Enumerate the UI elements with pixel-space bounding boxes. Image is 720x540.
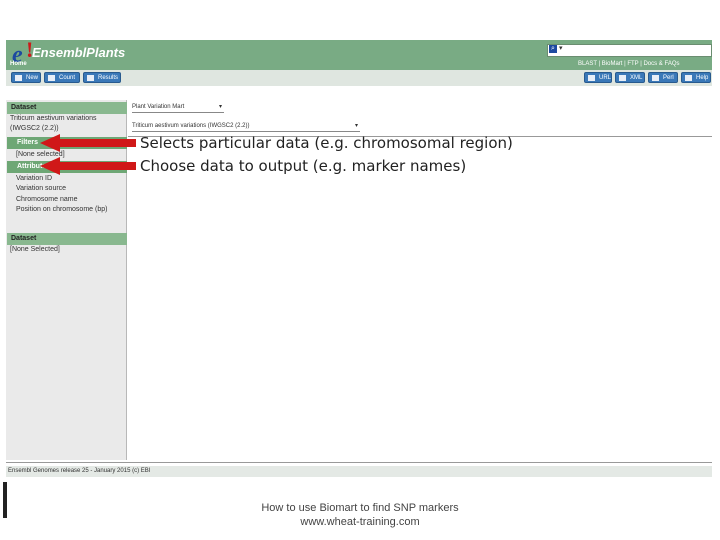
perl-label: Perl xyxy=(663,75,674,81)
dataset-name[interactable]: Triticum aestivum variations xyxy=(10,115,97,122)
url-button[interactable]: URL xyxy=(584,72,612,83)
attributes-annotation: Choose data to output (e.g. marker names… xyxy=(140,157,467,175)
count-label: Count xyxy=(59,75,76,81)
xml-label: XML xyxy=(630,75,643,81)
count-button[interactable]: Count xyxy=(44,72,80,83)
attribute-item: Position on chromosome (bp) xyxy=(16,206,108,213)
attribute-item: Variation ID xyxy=(16,175,53,182)
attribute-item: Chromosome name xyxy=(16,196,78,203)
search-icon[interactable]: ⌕ xyxy=(549,45,557,53)
results-button[interactable]: Results xyxy=(83,72,121,83)
help-button[interactable]: Help xyxy=(681,72,711,83)
new-label: New xyxy=(26,75,39,81)
search-input[interactable] xyxy=(547,44,712,57)
url-icon xyxy=(588,75,595,81)
xml-icon xyxy=(619,75,626,81)
help-icon xyxy=(685,75,692,81)
count-icon xyxy=(48,75,55,81)
perl-button[interactable]: Perl xyxy=(648,72,678,83)
dataset-select-value: Triticum aestivum variations (IWGSC2 (2.… xyxy=(132,123,250,129)
results-icon xyxy=(87,75,94,81)
xml-button[interactable]: XML xyxy=(615,72,645,83)
top-nav-links[interactable]: BLAST | BioMart | FTP | Docs & FAQs xyxy=(578,61,679,67)
release-footer: Ensembl Genomes release 25 - January 201… xyxy=(6,466,712,477)
new-button[interactable]: New xyxy=(11,72,41,83)
perl-icon xyxy=(652,75,659,81)
help-label: Help xyxy=(696,75,709,81)
search-dropdown[interactable]: ▾ xyxy=(559,44,563,52)
chevron-down-icon: ▾ xyxy=(218,104,222,110)
slide-caption: How to use Biomart to find SNP markers xyxy=(261,502,459,514)
new-icon xyxy=(15,75,22,81)
dataset-header: Dataset xyxy=(7,102,127,114)
site-title[interactable]: EnsemblPlants xyxy=(32,45,125,60)
results-label: Results xyxy=(98,75,119,81)
dataset2-value[interactable]: [None Selected] xyxy=(10,246,60,253)
attributes-arrow xyxy=(40,157,136,175)
dataset2-header: Dataset xyxy=(7,233,127,245)
dataset-select[interactable]: Triticum aestivum variations (IWGSC2 (2.… xyxy=(132,121,360,132)
mart-select[interactable]: Plant Variation Mart ▾ xyxy=(132,102,224,113)
home-link[interactable]: Home xyxy=(10,61,27,67)
attribute-item: Variation source xyxy=(16,185,67,192)
mart-select-value: Plant Variation Mart xyxy=(132,104,185,110)
chevron-down-icon: ▾ xyxy=(354,123,358,129)
url-label: URL xyxy=(599,75,612,81)
slide-url: www.wheat-training.com xyxy=(300,516,420,528)
filters-annotation: Selects particular data (e.g. chromosoma… xyxy=(140,134,513,152)
footer-divider xyxy=(6,462,712,463)
filters-arrow xyxy=(40,134,136,152)
dataset-version[interactable]: (IWGSC2 (2.2)) xyxy=(10,125,59,132)
